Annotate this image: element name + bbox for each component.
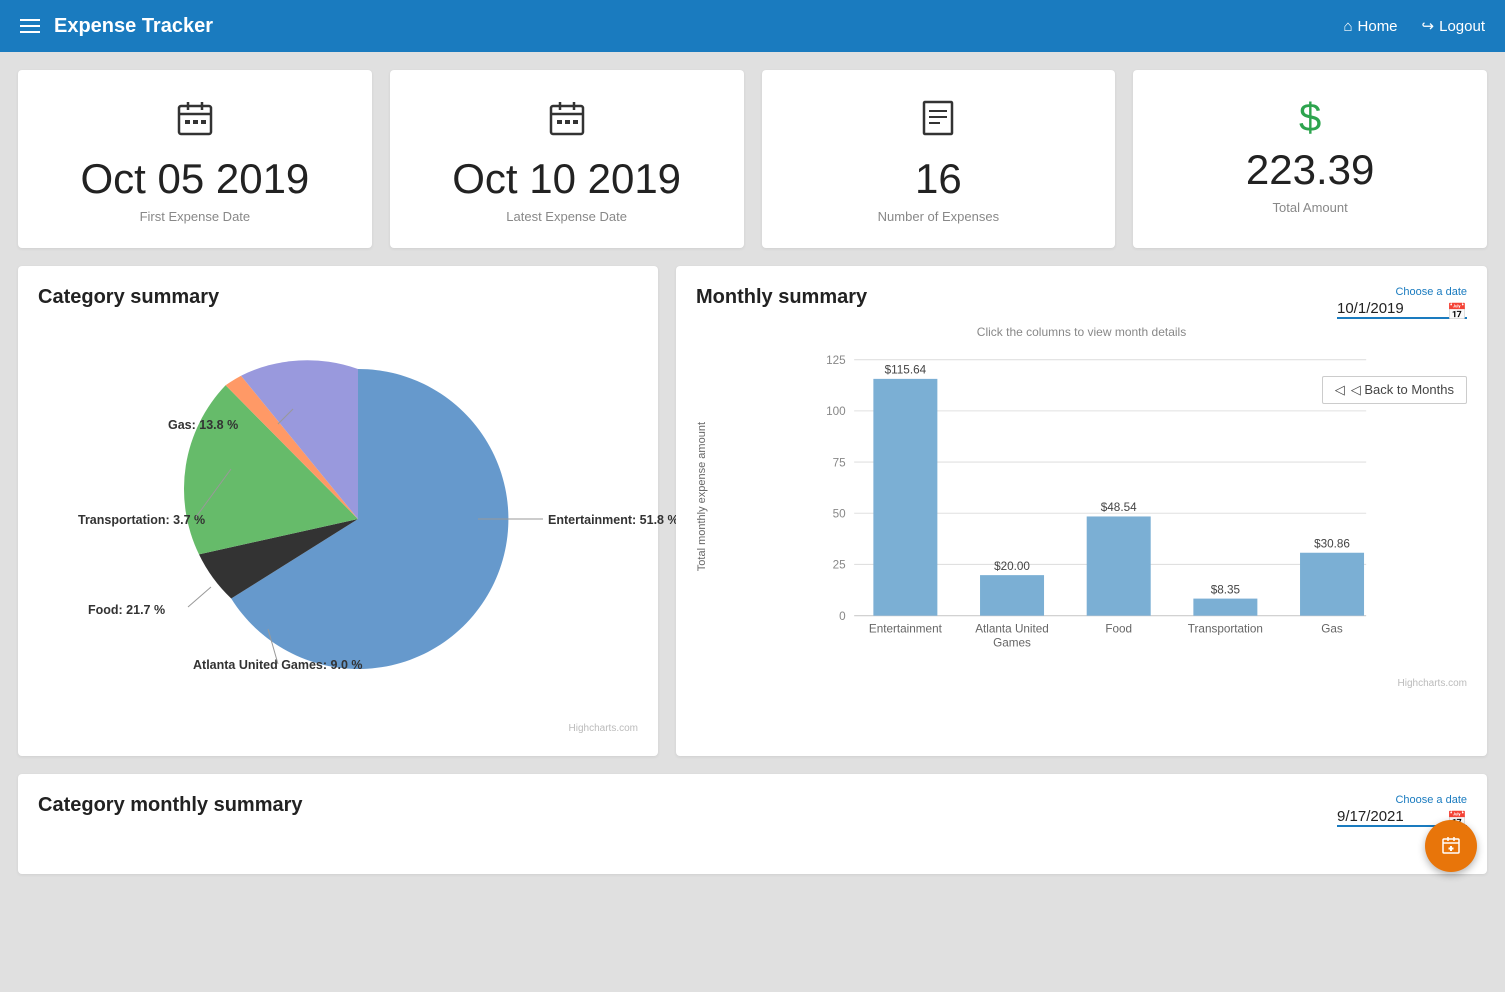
menu-button[interactable] [20,19,40,33]
svg-text:$20.00: $20.00 [994,560,1030,573]
first-expense-card: Oct 05 2019 First Expense Date [18,70,372,248]
svg-text:25: 25 [833,559,847,572]
pie-label-gas: Gas: 13.8 % [168,418,238,432]
header-nav: ⌂ Home ↪ Logout [1343,17,1485,35]
app-header: Expense Tracker ⌂ Home ↪ Logout [0,0,1505,52]
fab-icon [1439,834,1463,858]
first-expense-label: First Expense Date [140,209,251,224]
svg-text:$8.35: $8.35 [1211,583,1241,596]
total-amount-label: Total Amount [1273,200,1348,215]
pie-chart-container: Entertainment: 51.8 % Atlanta United Gam… [38,319,638,719]
stats-cards: Oct 05 2019 First Expense Date Oct 10 20… [0,52,1505,260]
latest-expense-label: Latest Expense Date [506,209,627,224]
total-amount-card: $ 223.39 Total Amount [1133,70,1487,248]
first-expense-value: Oct 05 2019 [80,155,309,203]
charts-row: Category summary Entertainment: 51.8 % [0,260,1505,768]
category-monthly-title: Category monthly summary [38,794,303,817]
bar-atlanta[interactable] [980,575,1044,616]
pie-label-entertainment: Entertainment: 51.8 % [548,513,679,527]
svg-text:$48.54: $48.54 [1101,501,1137,514]
pie-label-transportation: Transportation: 3.7 % [78,513,205,527]
svg-text:Atlanta United: Atlanta United [975,623,1049,636]
svg-text:75: 75 [833,456,847,469]
bottom-date-label: Choose a date [1337,794,1467,806]
svg-text:Food: Food [1105,623,1132,636]
svg-text:100: 100 [826,405,846,418]
svg-text:Transportation: Transportation [1188,623,1263,636]
receipt-icon [918,98,958,147]
svg-text:Gas: Gas [1321,623,1343,636]
home-link[interactable]: ⌂ Home [1343,18,1397,35]
bar-gas[interactable] [1300,553,1364,616]
bar-food[interactable] [1087,516,1151,615]
svg-text:0: 0 [839,610,846,623]
click-hint: Click the columns to view month details [696,325,1467,339]
num-expenses-value: 16 [915,155,962,203]
total-amount-value: 223.39 [1246,146,1374,194]
svg-text:Games: Games [993,637,1031,650]
svg-text:125: 125 [826,354,846,367]
add-expense-fab[interactable] [1425,820,1477,872]
calendar-icon-2 [547,98,587,147]
home-icon: ⌂ [1343,18,1352,35]
num-expenses-card: 16 Number of Expenses [762,70,1116,248]
svg-text:$115.64: $115.64 [885,364,927,377]
num-expenses-label: Number of Expenses [878,209,999,224]
svg-text:Entertainment: Entertainment [869,623,943,636]
date-input-group: Choose a date 📅 [1337,286,1467,319]
monthly-calendar-icon[interactable]: 📅 [1447,302,1467,322]
monthly-summary-card: Monthly summary Choose a date 📅 Click th… [676,266,1487,756]
monthly-summary-title: Monthly summary [696,286,867,309]
svg-text:$30.86: $30.86 [1314,537,1350,550]
pie-chart-credit: Highcharts.com [38,723,638,734]
category-monthly-summary-card: Category monthly summary Choose a date 📅 [18,774,1487,874]
logout-link[interactable]: ↪ Logout [1422,17,1485,35]
latest-expense-value: Oct 10 2019 [452,155,681,203]
logout-icon: ↪ [1422,17,1435,35]
latest-expense-card: Oct 10 2019 Latest Expense Date [390,70,744,248]
category-summary-title: Category summary [38,286,638,309]
svg-text:50: 50 [833,508,847,521]
date-label: Choose a date [1337,286,1467,298]
pie-chart-svg: Entertainment: 51.8 % Atlanta United Gam… [48,329,628,709]
app-title: Expense Tracker [54,15,213,38]
pie-label-atlanta: Atlanta United Games: 9.0 % [193,658,363,672]
bar-entertainment[interactable] [873,379,937,616]
bar-chart-svg: 125 100 75 50 25 0 [714,349,1485,669]
bar-chart-credit: Highcharts.com [696,678,1467,689]
dollar-icon: $ [1299,98,1321,138]
y-axis-label: Total monthly expense amount [696,422,708,571]
calendar-icon-1 [175,98,215,147]
category-summary-card: Category summary Entertainment: 51.8 % [18,266,658,756]
pie-label-food: Food: 21.7 % [88,603,165,617]
bar-transportation[interactable] [1193,599,1257,616]
